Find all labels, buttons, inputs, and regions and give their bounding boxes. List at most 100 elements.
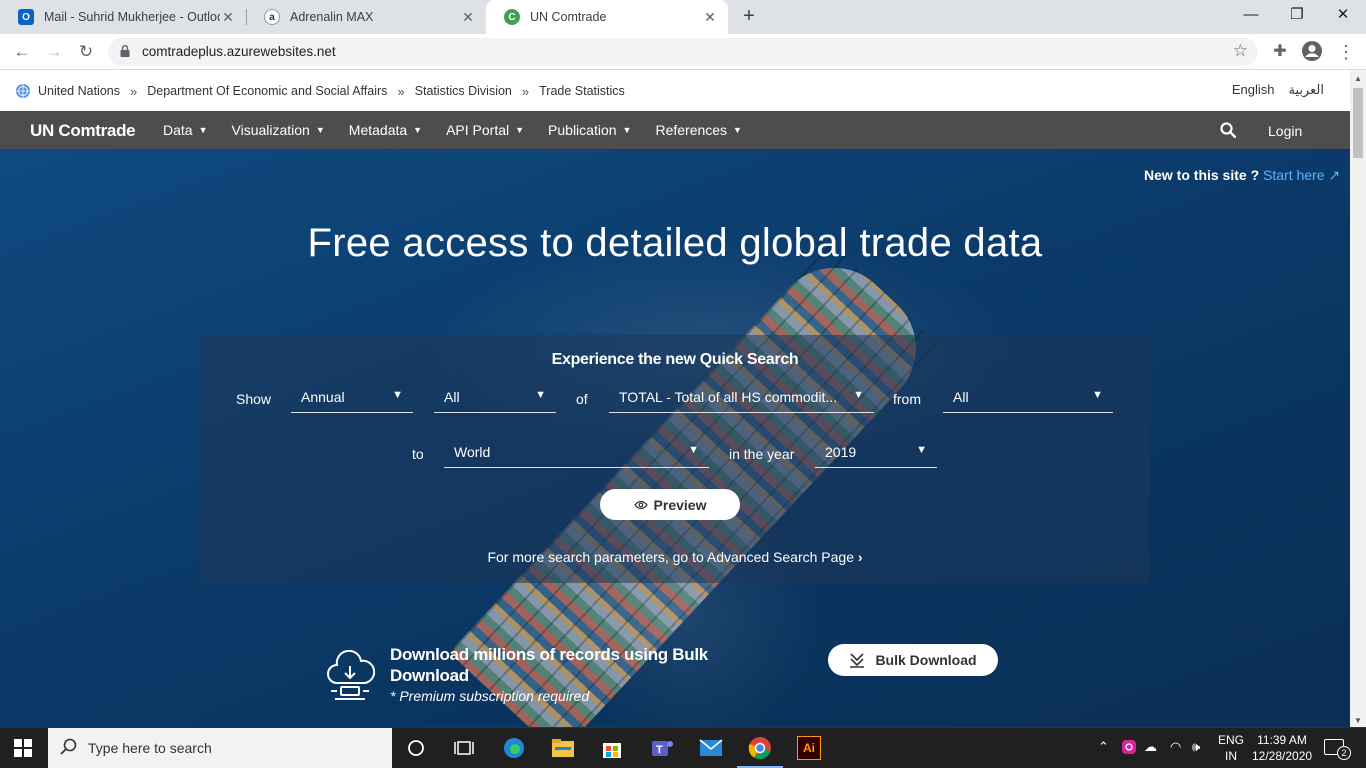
tab-outlook[interactable]: O Mail - Suhrid Mukherjee - Outlook ✕ xyxy=(0,0,246,34)
quick-search-title: Experience the new Quick Search xyxy=(551,351,799,368)
new-tab-button[interactable]: + xyxy=(738,5,760,27)
clock-date: 12/28/2020 xyxy=(1252,749,1313,763)
wifi-icon[interactable]: ◠ xyxy=(1170,739,1181,755)
tab-title: UN Comtrade xyxy=(530,10,607,24)
bulk-download-heading: Download millions of records using Bulk … xyxy=(390,645,708,685)
start-here-link[interactable]: Start here ↗ xyxy=(1263,167,1340,183)
restore-icon[interactable]: ❐ xyxy=(1274,0,1320,32)
close-icon[interactable]: ✕ xyxy=(220,9,236,26)
volume-icon[interactable]: 🕪 xyxy=(1192,739,1200,755)
edge-icon[interactable] xyxy=(500,734,528,762)
tray-overflow-icon[interactable]: ⌃ xyxy=(1098,739,1109,755)
brand-logo[interactable]: UN Comtrade xyxy=(30,121,136,141)
bulk-download-promo: Download millions of records using Bulk … xyxy=(390,644,750,704)
teams-icon[interactable]: T xyxy=(648,734,676,762)
nav-item-metadata[interactable]: Metadata ▼ xyxy=(349,122,422,138)
chevron-right-icon: › xyxy=(857,549,863,565)
system-clock[interactable]: 11:39 AM 12/28/2020 xyxy=(1252,732,1312,764)
label-show: Show xyxy=(236,391,272,407)
nav-item-references[interactable]: References ▼ xyxy=(655,122,742,138)
preview-button[interactable]: Preview xyxy=(600,489,740,520)
minimize-icon[interactable]: — xyxy=(1228,0,1274,32)
label-to: to xyxy=(412,446,424,462)
nav-item-publication[interactable]: Publication ▼ xyxy=(548,122,631,138)
address-bar[interactable]: comtradeplus.azurewebsites.net ☆ xyxy=(108,38,1258,66)
lang-arabic[interactable]: العربية xyxy=(1288,82,1324,98)
nav-menu: Data ▼ Visualization ▼ Metadata ▼ API Porta… xyxy=(163,111,766,149)
extensions-icon[interactable]: ✚ xyxy=(1268,40,1292,64)
tab-title: Adrenalin MAX xyxy=(290,10,374,24)
windows-taskbar: Type here to search T Ai ⌃ ☁ ◠ 🕪 ENG IN … xyxy=(0,728,1366,768)
forward-icon[interactable]: → xyxy=(42,40,66,64)
crumb-statistics-division[interactable]: Statistics Division xyxy=(415,84,512,98)
login-link[interactable]: Login xyxy=(1268,123,1302,139)
back-icon[interactable]: ← xyxy=(10,40,34,64)
trade-flow-select[interactable]: All ▼ xyxy=(434,383,556,413)
bulk-download-button[interactable]: Bulk Download xyxy=(828,644,998,676)
tab-un-comtrade[interactable]: C UN Comtrade ✕ xyxy=(486,0,728,34)
start-here-label: Start here xyxy=(1263,167,1325,183)
store-icon[interactable] xyxy=(598,734,626,762)
instagram-tray-icon[interactable] xyxy=(1121,739,1137,758)
file-explorer-icon[interactable] xyxy=(549,734,577,762)
nav-item-api-portal[interactable]: API Portal ▼ xyxy=(446,122,524,138)
profile-avatar-icon[interactable] xyxy=(1300,40,1324,64)
reload-icon[interactable]: ↻ xyxy=(74,40,98,64)
mail-icon[interactable] xyxy=(697,734,725,762)
advanced-search-label: For more search parameters, go to Advanc… xyxy=(487,549,854,565)
frequency-select[interactable]: Annual ▼ xyxy=(291,383,413,413)
url-text: comtradeplus.azurewebsites.net xyxy=(142,44,336,59)
label-year: in the year xyxy=(729,446,795,462)
chevron-down-icon: ▼ xyxy=(198,125,208,135)
new-to-site: New to this site ? Start here ↗ xyxy=(1144,167,1340,184)
close-icon[interactable]: ✕ xyxy=(460,9,476,26)
nav-item-visualization[interactable]: Visualization ▼ xyxy=(232,122,325,138)
windows-start-icon[interactable] xyxy=(14,739,32,757)
chevron-down-icon: ▼ xyxy=(1092,389,1103,401)
chevron-down-icon: ▼ xyxy=(315,125,325,135)
comtrade-icon: C xyxy=(504,9,520,25)
preview-label: Preview xyxy=(653,496,707,513)
taskbar-search[interactable]: Type here to search xyxy=(48,728,392,768)
close-icon[interactable]: ✕ xyxy=(702,9,718,26)
crumb-desa[interactable]: Department Of Economic and Social Affair… xyxy=(147,84,387,98)
cortana-icon[interactable] xyxy=(402,734,430,762)
reporter-select[interactable]: All ▼ xyxy=(943,383,1113,413)
nav-item-label: Data xyxy=(163,122,193,138)
reporter-value: All xyxy=(953,389,969,405)
breadcrumb: United Nations » Department Of Economic … xyxy=(15,83,625,99)
onedrive-icon[interactable]: ☁ xyxy=(1144,739,1157,755)
lock-icon xyxy=(120,45,130,57)
crumb-united-nations[interactable]: United Nations xyxy=(38,84,120,98)
partner-select[interactable]: World ▼ xyxy=(444,438,709,468)
task-view-icon[interactable] xyxy=(450,734,478,762)
notification-center-icon[interactable]: 2 xyxy=(1324,739,1351,760)
commodity-select[interactable]: TOTAL - Total of all HS commodit... ▼ xyxy=(609,383,874,413)
scrollbar-thumb[interactable] xyxy=(1353,88,1363,158)
crumb-trade-statistics[interactable]: Trade Statistics xyxy=(539,84,625,98)
chevron-down-icon: ▼ xyxy=(413,125,423,135)
chevron-down-icon: ▼ xyxy=(916,444,927,456)
nav-item-data[interactable]: Data ▼ xyxy=(163,122,208,138)
browser-menu-icon[interactable]: ⋮ xyxy=(1334,40,1358,64)
year-select[interactable]: 2019 ▼ xyxy=(815,438,937,468)
search-icon[interactable] xyxy=(1220,122,1236,138)
chevron-down-icon: ▼ xyxy=(535,389,546,401)
nav-item-label: Publication xyxy=(548,122,617,138)
nav-item-label: References xyxy=(655,122,728,138)
bookmark-star-icon[interactable]: ☆ xyxy=(1233,41,1248,61)
label-from: from xyxy=(893,391,921,407)
frequency-value: Annual xyxy=(301,389,345,405)
bulk-download-label: Bulk Download xyxy=(875,652,977,668)
page-scrollbar[interactable]: ▲ ▼ xyxy=(1350,70,1366,727)
input-language-indicator[interactable]: ENG IN xyxy=(1218,732,1244,764)
scroll-down-icon[interactable]: ▼ xyxy=(1354,716,1362,725)
illustrator-icon[interactable]: Ai xyxy=(795,734,823,762)
notification-count: 2 xyxy=(1337,746,1351,760)
advanced-search-link[interactable]: For more search parameters, go to Advanc… xyxy=(200,549,1150,565)
scroll-up-icon[interactable]: ▲ xyxy=(1354,74,1362,83)
chrome-icon[interactable] xyxy=(746,734,774,762)
tab-adrenalin[interactable]: a Adrenalin MAX ✕ xyxy=(246,0,486,34)
lang-english[interactable]: English xyxy=(1232,82,1275,98)
window-close-icon[interactable]: ✕ xyxy=(1320,0,1366,32)
